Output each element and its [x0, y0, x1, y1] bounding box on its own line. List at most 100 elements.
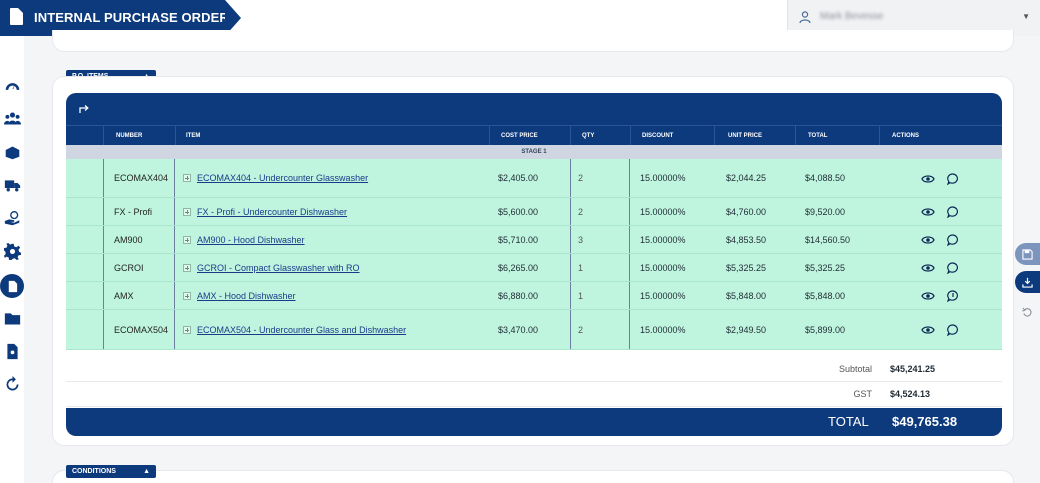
view-eye-icon[interactable] [921, 291, 935, 301]
comment-icon[interactable] [947, 262, 959, 274]
grand-total-row: TOTAL $49,765.38 [66, 408, 1002, 436]
row-total: $14,560.50 [805, 234, 851, 245]
expand-toggle-icon[interactable] [183, 291, 191, 300]
refresh-icon[interactable] [2, 374, 22, 394]
row-unit-price: $4,760.00 [726, 206, 767, 217]
expand-toggle-icon[interactable] [183, 235, 191, 244]
gst-value: $4,524.13 [890, 389, 931, 399]
view-eye-icon[interactable] [921, 174, 935, 184]
row-number: ECOMAX404 [103, 159, 175, 197]
expand-toggle-icon[interactable] [183, 325, 191, 334]
expand-toggle-icon[interactable] [183, 174, 191, 182]
column-header-unit-price: UNIT PRICE [728, 133, 763, 139]
row-discount: 15.00000% [640, 173, 686, 183]
comment-icon[interactable] [947, 173, 959, 185]
view-eye-icon[interactable] [921, 263, 935, 273]
row-cost-price: $5,600.00 [498, 206, 539, 217]
users-icon[interactable] [2, 108, 22, 128]
expand-toggle-icon[interactable] [183, 207, 191, 216]
conditions-card [52, 470, 1014, 483]
subtotal-row: Subtotal $45,241.25 [66, 357, 1002, 382]
row-cost-price: $5,710.00 [498, 234, 539, 245]
row-qty-input[interactable]: 2 [570, 198, 630, 225]
document-search-icon[interactable] [2, 341, 22, 361]
row-qty-input[interactable]: 2 [570, 159, 630, 197]
dashboard-gauge-icon[interactable] [2, 76, 22, 96]
save-icon [1022, 248, 1033, 260]
table-row: FX - Profi FX - Profi - Undercounter Dis… [66, 198, 1002, 226]
user-name: Mark Bevesse [820, 11, 884, 22]
row-discount: 15.00000% [640, 324, 686, 335]
document-icon [10, 8, 23, 25]
row-unit-price: $5,848.00 [726, 290, 767, 301]
row-unit-price: $2,044.25 [726, 173, 767, 183]
item-link[interactable]: GCROI - Compact Glasswasher with RO [197, 263, 360, 273]
grand-total-label: TOTAL [828, 414, 869, 429]
po-items-table: NUMBER ITEM COST PRICE QTY DISCOUNT UNIT… [66, 93, 1002, 436]
row-discount: 15.00000% [640, 262, 686, 273]
item-link[interactable]: ECOMAX404 - Undercounter Glasswasher [197, 173, 368, 183]
money-hand-icon[interactable] [2, 208, 22, 228]
subtotal-value: $45,241.25 [890, 364, 936, 374]
row-discount: 15.00000% [640, 290, 686, 301]
save-button[interactable] [1015, 243, 1040, 265]
row-cost-price: $6,880.00 [498, 290, 539, 301]
stage-header: STAGE 1 [66, 145, 1002, 159]
gst-row: GST $4,524.13 [66, 382, 1002, 407]
comment-icon[interactable] [947, 234, 959, 246]
comment-icon[interactable] [947, 324, 959, 336]
view-eye-icon[interactable] [921, 207, 935, 217]
top-card [52, 30, 1014, 52]
gear-icon[interactable] [2, 241, 22, 261]
grand-total-value: $49,765.38 [892, 414, 958, 429]
column-header-cost-price: COST PRICE [501, 133, 538, 139]
row-cost-price: $2,405.00 [498, 173, 539, 183]
expand-toggle-icon[interactable] [183, 263, 191, 272]
folder-icon[interactable] [2, 308, 22, 328]
row-total: $5,325.25 [805, 262, 846, 273]
conditions-section-toggle[interactable]: CONDITIONS ▲ [66, 465, 156, 478]
chevron-down-icon[interactable]: ▼ [1022, 12, 1030, 21]
sidebar [0, 36, 24, 483]
row-number: AMX [103, 282, 175, 309]
column-header-item: ITEM [186, 133, 201, 139]
column-header-total: TOTAL [808, 133, 828, 139]
view-eye-icon[interactable] [921, 235, 935, 245]
chevron-up-icon: ▲ [143, 468, 150, 475]
download-button[interactable] [1015, 271, 1040, 293]
row-number: ECOMAX504 [103, 310, 175, 349]
item-link[interactable]: AMX - Hood Dishwasher [197, 291, 296, 301]
column-header-number: NUMBER [116, 133, 143, 139]
item-link[interactable]: FX - Profi - Undercounter Dishwasher [197, 207, 347, 217]
undo-button[interactable] [1015, 301, 1040, 323]
column-header-actions: ACTIONS [892, 133, 919, 139]
table-toolbar [66, 93, 1002, 125]
gst-label: GST [853, 389, 872, 399]
row-unit-price: $5,325.25 [726, 262, 767, 273]
truck-icon[interactable] [2, 175, 22, 195]
row-number: FX - Profi [103, 198, 175, 225]
row-total: $9,520.00 [805, 206, 846, 217]
item-link[interactable]: AM900 - Hood Dishwasher [197, 235, 305, 245]
purchase-order-icon[interactable] [0, 274, 24, 298]
comment-icon[interactable] [947, 206, 959, 218]
comment-with-badge-icon[interactable] [947, 290, 959, 302]
row-qty-input[interactable]: 1 [570, 254, 630, 281]
user-icon [799, 11, 811, 24]
page-title: INTERNAL PURCHASE ORDERS [34, 10, 238, 25]
row-qty-input[interactable]: 3 [570, 226, 630, 253]
redirect-arrow-icon[interactable] [78, 102, 90, 114]
view-eye-icon[interactable] [921, 325, 935, 335]
column-header-discount: DISCOUNT [642, 133, 674, 139]
table-row: AMX AMX - Hood Dishwasher $6,880.00 1 15… [66, 282, 1002, 310]
row-unit-price: $2,949.50 [726, 324, 767, 335]
row-qty-input[interactable]: 1 [570, 282, 630, 309]
table-row: ECOMAX504 ECOMAX504 - Undercounter Glass… [66, 310, 1002, 350]
row-discount: 15.00000% [640, 206, 686, 217]
column-header-qty: QTY [582, 133, 595, 139]
row-cost-price: $6,265.00 [498, 262, 539, 273]
row-qty-input[interactable]: 2 [570, 310, 630, 349]
item-link[interactable]: ECOMAX504 - Undercounter Glass and Dishw… [197, 325, 406, 335]
row-number: AM900 [103, 226, 175, 253]
boxes-icon[interactable] [2, 142, 22, 162]
